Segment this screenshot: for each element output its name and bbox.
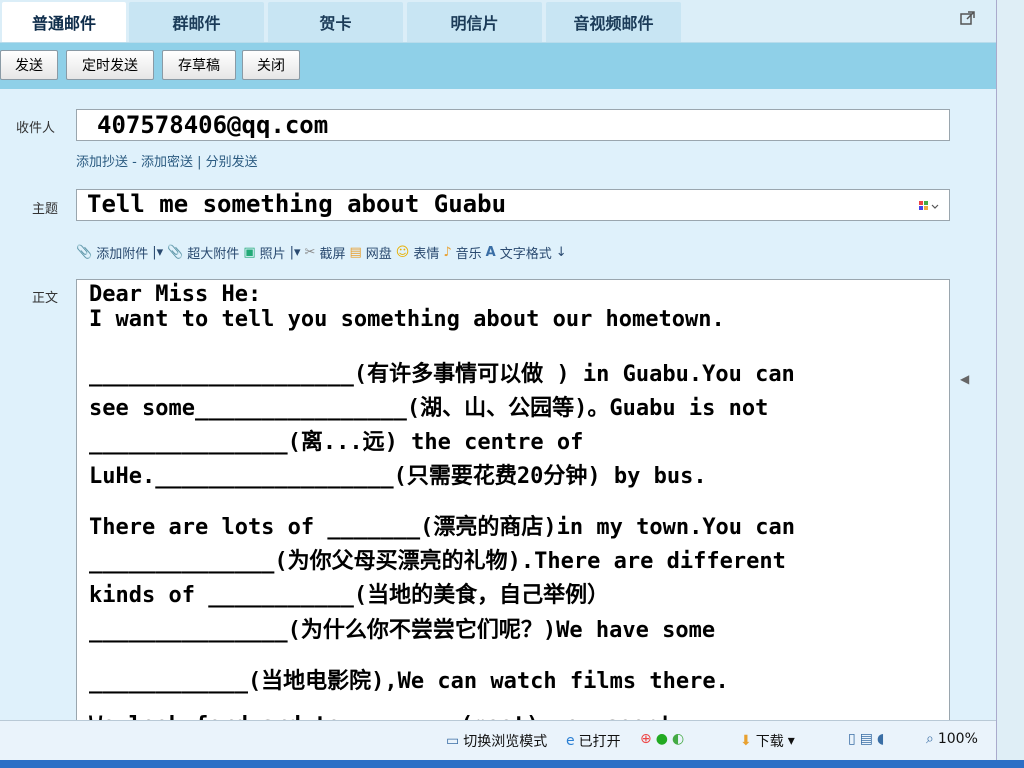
- body-line: kinds of ___________(当地的美食，自己举例）: [89, 583, 610, 608]
- network-icon[interactable]: ●: [656, 731, 668, 747]
- body-line: see some________________(湖、山、公园等)。Guabu …: [89, 396, 769, 421]
- body-line: ____________________(有许多事情可以做 ) in Guabu…: [89, 362, 795, 387]
- attach-icon[interactable]: 📎: [76, 245, 92, 260]
- tab-greeting-card[interactable]: 贺卡: [268, 2, 403, 42]
- body-line: LuHe.__________________(只需要花费20分钟) by bu…: [89, 464, 707, 489]
- scroll-left-icon[interactable]: ◀: [960, 372, 969, 386]
- screenshot-button[interactable]: 截屏: [319, 243, 345, 262]
- ie-icon: e: [566, 733, 575, 749]
- download-icon: ⬇: [740, 733, 752, 749]
- download-label: 下载: [755, 734, 784, 750]
- compose-toolbar: 发送 定时发送 存草稿 关闭: [0, 42, 996, 89]
- big-attach-icon[interactable]: 📎: [167, 245, 183, 260]
- body-editor[interactable]: Dear Miss He: I want to tell you somethi…: [76, 279, 950, 739]
- netdisk-icon[interactable]: ▤: [349, 245, 361, 260]
- palette-icon[interactable]: [918, 198, 940, 212]
- body-label: 正文: [32, 291, 59, 306]
- tab-group-mail[interactable]: 群邮件: [129, 2, 264, 42]
- emoji-button[interactable]: 表情: [413, 243, 439, 262]
- body-line: There are lots of _______(漂亮的商店)in my to…: [89, 515, 796, 540]
- printer-icon[interactable]: ▤: [860, 731, 873, 747]
- text-format-icon[interactable]: A: [486, 245, 496, 260]
- taskbar: [0, 760, 1024, 768]
- to-label: 收件人: [16, 121, 56, 136]
- music-icon[interactable]: ♪: [443, 245, 451, 260]
- globe-icon[interactable]: ◐: [672, 731, 684, 747]
- popout-icon[interactable]: [960, 10, 976, 26]
- zoom-label: 100%: [937, 731, 978, 747]
- screenshot-icon[interactable]: ✂: [305, 245, 316, 260]
- subject-label: 主题: [32, 202, 59, 217]
- music-button[interactable]: 音乐: [456, 243, 482, 262]
- close-button[interactable]: 关闭: [242, 50, 300, 80]
- attach-button[interactable]: 添加附件: [96, 243, 148, 262]
- body-line: ______________(为你父母买漂亮的礼物).There are dif…: [89, 549, 786, 574]
- attachment-bar: 📎 添加附件 |▾ 📎 超大附件 ▣ 照片 |▾ ✂ 截屏 ▤ 网盘 ☺ 表情 …: [76, 243, 567, 262]
- right-sidebar: [996, 0, 1024, 768]
- download-dropdown-icon[interactable]: ▾: [788, 733, 795, 749]
- bookmark-icon[interactable]: ▯: [848, 731, 856, 747]
- text-format-arrow-icon[interactable]: ↓: [556, 245, 567, 260]
- netdisk-button[interactable]: 网盘: [366, 243, 392, 262]
- save-draft-button[interactable]: 存草稿: [162, 50, 236, 80]
- zoom-item[interactable]: ⌕ 100%: [926, 731, 978, 747]
- subject-field[interactable]: Tell me something about Guabu: [76, 189, 950, 221]
- tab-postcard[interactable]: 明信片: [407, 2, 542, 42]
- attach-dropdown-icon[interactable]: |▾: [152, 245, 163, 260]
- status-bar: ▭ 切换浏览模式 e 已打开 ⊕ ● ◐ ⬇ 下载 ▾ ▯ ▤ ◖ ⌕ 100%: [0, 720, 996, 761]
- photo-button[interactable]: 照片: [260, 243, 286, 262]
- switch-mode-icon: ▭: [446, 733, 460, 749]
- switch-mode-item[interactable]: ▭ 切换浏览模式: [446, 731, 547, 751]
- switch-mode-label: 切换浏览模式: [463, 734, 548, 750]
- tab-normal-mail[interactable]: 普通邮件: [2, 2, 126, 42]
- status-icons: ⊕ ● ◐: [640, 731, 684, 747]
- scheduled-send-button[interactable]: 定时发送: [66, 50, 154, 80]
- tab-av-mail[interactable]: 音视频邮件: [546, 2, 681, 42]
- text-format-button[interactable]: 文字格式: [500, 243, 552, 262]
- tab-bar: 普通邮件 群邮件 贺卡 明信片 音视频邮件: [0, 0, 996, 42]
- shield-icon[interactable]: ⊕: [640, 731, 652, 747]
- zoom-icon: ⌕: [926, 731, 934, 747]
- speaker-icon[interactable]: ◖: [877, 731, 884, 747]
- body-line: I want to tell you something about our h…: [89, 307, 725, 332]
- emoji-icon[interactable]: ☺: [396, 245, 410, 260]
- big-attach-button[interactable]: 超大附件: [187, 243, 239, 262]
- photo-dropdown-icon[interactable]: |▾: [290, 245, 301, 260]
- send-button[interactable]: 发送: [0, 50, 58, 80]
- tray-icons: ▯ ▤ ◖: [848, 731, 884, 747]
- open-label: 已打开: [578, 734, 621, 750]
- body-line: ____________(当地电影院),We can watch films t…: [89, 669, 729, 694]
- download-item[interactable]: ⬇ 下载 ▾: [740, 731, 795, 751]
- body-line: _______________(为什么你不尝尝它们呢？)We have some: [89, 618, 716, 643]
- body-line: Dear Miss He:: [89, 282, 262, 307]
- to-field[interactable]: 407578406@qq.com: [76, 109, 950, 141]
- open-item[interactable]: e 已打开: [566, 731, 621, 751]
- cc-bcc-links[interactable]: 添加抄送 - 添加密送 | 分别发送: [76, 151, 258, 170]
- body-line: _______________(离...远) the centre of: [89, 430, 584, 455]
- photo-icon[interactable]: ▣: [243, 245, 255, 260]
